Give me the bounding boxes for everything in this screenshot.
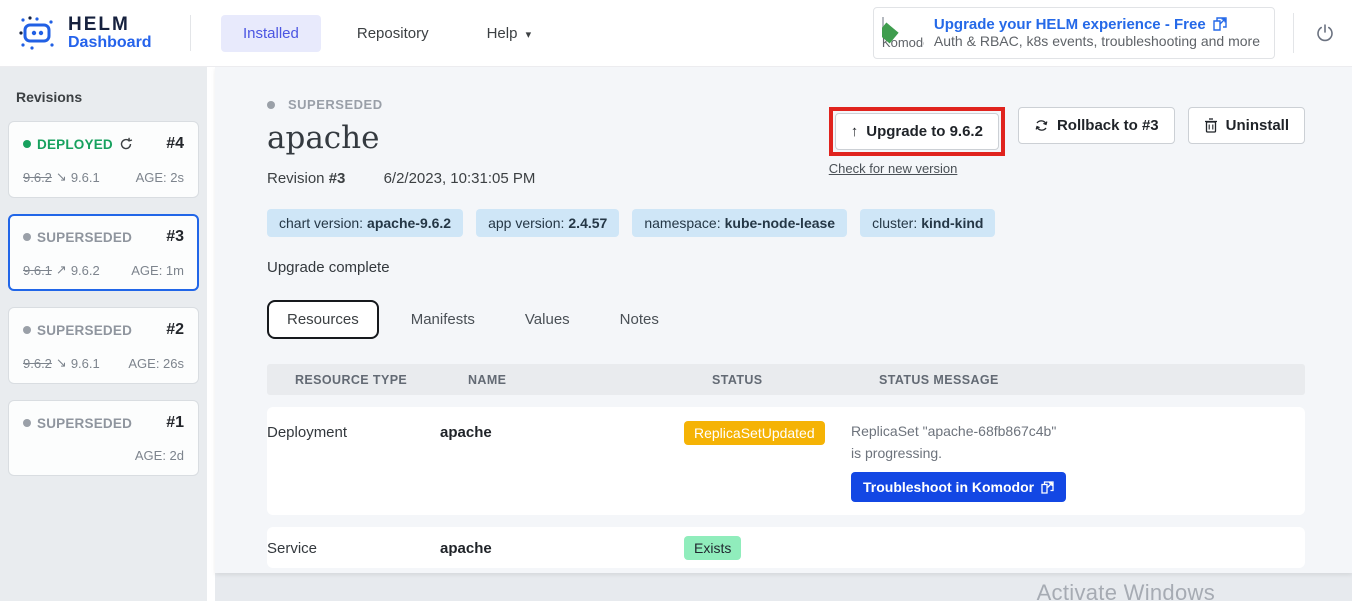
col-resource-type: RESOURCE TYPE [295, 373, 468, 387]
banner-title-link[interactable]: Upgrade your HELM experience - Free [934, 16, 1260, 33]
resource-type-cell: Service [267, 536, 440, 557]
reload-icon [119, 137, 133, 151]
external-link-icon [1041, 481, 1054, 494]
chip-app-version: app version:2.4.57 [476, 209, 619, 237]
resources-table: RESOURCE TYPE NAME STATUS STATUS MESSAGE… [267, 364, 1305, 568]
chip-chart-version: chart version:apache-9.6.2 [267, 209, 463, 237]
status-badge: ReplicaSetUpdated [684, 421, 825, 445]
version-arrow-icon: ↘ [56, 355, 67, 371]
revision-card-3-selected[interactable]: SUPERSEDED #3 9.6.1 ↗ 9.6.2 AGE: 1m [8, 214, 199, 291]
resource-name-cell: apache [440, 536, 684, 557]
version-arrow-icon: ↗ [56, 262, 67, 278]
status-dot [23, 419, 31, 427]
troubleshoot-komodor-button[interactable]: Troubleshoot in Komodor [851, 472, 1066, 502]
chevron-down-icon: ▾ [526, 29, 532, 41]
status-dot [23, 233, 31, 241]
revision-age: AGE: 1m [131, 263, 184, 278]
nav-help[interactable]: Help ▾ [465, 15, 554, 52]
table-header-row: RESOURCE TYPE NAME STATUS STATUS MESSAGE [267, 364, 1305, 395]
rollback-button[interactable]: Rollback to #3 [1018, 107, 1175, 144]
status-dot [23, 326, 31, 334]
annotation-highlight-box: ↑ Upgrade to 9.6.2 [829, 107, 1005, 156]
tab-values[interactable]: Values [507, 302, 588, 337]
chip-cluster: cluster:kind-kind [860, 209, 995, 237]
header-divider [190, 15, 191, 51]
external-link-icon [1213, 17, 1227, 31]
revision-card-4[interactable]: DEPLOYED #4 9.6.2 ↘ 9.6.1 AGE: 2s [8, 121, 199, 198]
revision-label: Revision [267, 170, 329, 187]
status-message-cell: ReplicaSet "apache-68fb867c4b" is progre… [851, 421, 1069, 464]
trash-icon [1204, 118, 1218, 133]
table-row-service: Service apache Exists [267, 527, 1305, 568]
version-from: 9.6.2 [23, 356, 52, 371]
revision-status: DEPLOYED [37, 137, 113, 152]
version-to: 9.6.1 [71, 170, 100, 185]
upgrade-button[interactable]: ↑ Upgrade to 9.6.2 [835, 113, 999, 150]
revision-number: #3 [166, 228, 184, 246]
status-badge: Exists [684, 536, 741, 560]
uninstall-button[interactable]: Uninstall [1188, 107, 1305, 144]
tab-notes[interactable]: Notes [602, 302, 677, 337]
status-dot [23, 140, 31, 148]
revision-number: #4 [166, 135, 184, 153]
revision-age: AGE: 2d [135, 448, 184, 463]
banner-subtitle: Auth & RBAC, k8s events, troubleshooting… [934, 33, 1260, 49]
revision-card-2[interactable]: SUPERSEDED #2 9.6.2 ↘ 9.6.1 AGE: 26s [8, 307, 199, 384]
version-arrow-icon: ↘ [56, 169, 67, 185]
resource-name-cell: apache [440, 421, 684, 441]
tab-resources[interactable]: Resources [267, 300, 379, 339]
logo-title: HELM [68, 14, 130, 35]
helm-logo-icon [18, 13, 58, 53]
logo-subtitle: Dashboard [68, 34, 152, 51]
main-nav: Installed Repository Help ▾ [221, 15, 553, 52]
shutdown-button[interactable] [1312, 20, 1338, 46]
sidebar-main-gap [207, 67, 215, 601]
arrow-up-icon: ↑ [851, 123, 859, 140]
revision-number: #3 [329, 170, 346, 187]
detail-tabs: Resources Manifests Values Notes [267, 300, 1305, 339]
nav-repository[interactable]: Repository [335, 15, 451, 52]
revision-number: #1 [166, 414, 184, 432]
version-to: 9.6.1 [71, 356, 100, 371]
power-icon [1315, 23, 1335, 43]
revision-status: SUPERSEDED [37, 416, 132, 431]
col-status: STATUS [712, 373, 879, 387]
chip-namespace: namespace:kube-node-lease [632, 209, 847, 237]
revisions-title: Revisions [8, 89, 199, 105]
status-dot [267, 101, 275, 109]
komodor-promo-banner[interactable]: Komodor Upgrade your HELM experience - F… [873, 7, 1275, 59]
table-row-deployment: Deployment apache ReplicaSetUpdated Repl… [267, 407, 1305, 515]
revision-status: SUPERSEDED [37, 230, 132, 245]
revision-status: SUPERSEDED [37, 323, 132, 338]
version-to: 9.6.2 [71, 263, 100, 278]
release-status: SUPERSEDED [288, 97, 383, 112]
version-from: 9.6.1 [23, 263, 52, 278]
rollback-icon [1034, 118, 1049, 133]
revision-card-1[interactable]: SUPERSEDED #1 AGE: 2d [8, 400, 199, 476]
revision-age: AGE: 26s [128, 356, 184, 371]
nav-installed[interactable]: Installed [221, 15, 321, 52]
revision-date: 6/2/2023, 10:31:05 PM [384, 170, 536, 187]
activate-windows-watermark: Activate Windows [1037, 580, 1215, 601]
release-description: Upgrade complete [267, 259, 1305, 276]
helm-dashboard-logo[interactable]: HELM Dashboard [0, 13, 190, 53]
komodor-logo-broken-image: Komodor [882, 17, 924, 50]
page-title: apache [267, 120, 535, 156]
release-detail-panel: SUPERSEDED apache Revision #3 6/2/2023, … [215, 67, 1352, 573]
revisions-sidebar: Revisions DEPLOYED #4 9.6.2 ↘ 9.6.1 AGE:… [0, 67, 207, 601]
revision-age: AGE: 2s [136, 170, 184, 185]
header-divider-2 [1293, 13, 1294, 53]
top-header: HELM Dashboard Installed Repository Help… [0, 0, 1352, 67]
version-from: 9.6.2 [23, 170, 52, 185]
resource-type-cell: Deployment [267, 421, 440, 441]
col-status-message: STATUS MESSAGE [879, 373, 1305, 387]
col-name: NAME [468, 373, 712, 387]
revision-number: #2 [166, 321, 184, 339]
check-new-version-link[interactable]: Check for new version [829, 161, 1005, 176]
tab-manifests[interactable]: Manifests [393, 302, 493, 337]
